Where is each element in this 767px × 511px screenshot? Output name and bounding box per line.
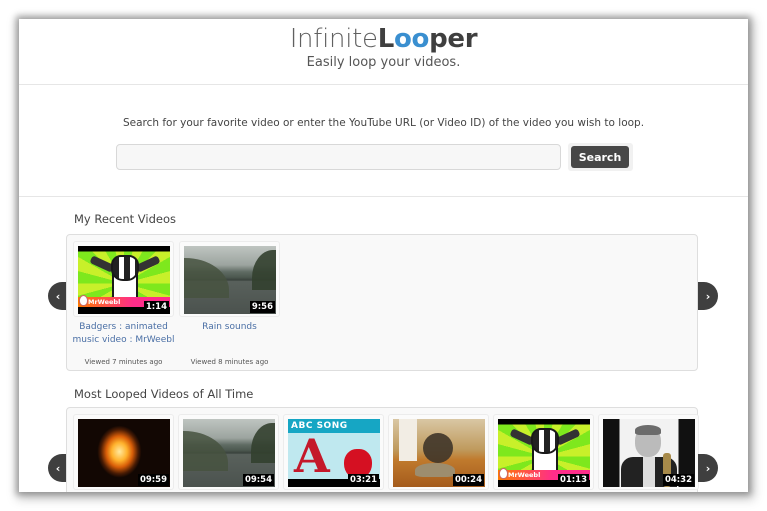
- video-thumbnail-frame[interactable]: ABC SONG A 03:21: [283, 414, 384, 490]
- search-button-wrapper: Search: [568, 143, 633, 171]
- thumbnail-art: [251, 423, 275, 463]
- logo-text-per: per: [429, 24, 478, 54]
- logo-text-infinite: Infinite: [289, 24, 378, 54]
- video-thumbnail-badger[interactable]: MrWeebl 1:14: [78, 246, 170, 314]
- video-thumbnail-saxophonist[interactable]: 04:32: [603, 419, 695, 487]
- video-duration: 1:14: [143, 301, 169, 313]
- video-thumbnail-tortoise[interactable]: 00:24: [393, 419, 485, 487]
- most-looped-prev-button[interactable]: ‹: [48, 454, 68, 482]
- search-input[interactable]: [116, 144, 561, 170]
- recent-next-button[interactable]: ›: [698, 282, 718, 310]
- video-thumbnail-frame[interactable]: MrWeebl 1:14: [73, 241, 174, 317]
- chevron-left-icon: ‹: [55, 289, 61, 303]
- thumbnail-art: [415, 463, 455, 477]
- most-looped-next-button[interactable]: ›: [698, 454, 718, 482]
- video-duration: 04:32: [662, 474, 694, 486]
- search-section: Search for your favorite video or enter …: [19, 85, 748, 197]
- video-thumbnail-frame[interactable]: 09:59: [73, 414, 174, 490]
- thumbnail-art: [184, 258, 229, 298]
- viewed-timestamp: Viewed 7 minutes ago: [84, 358, 163, 366]
- site-logo[interactable]: InfiniteLooper: [19, 24, 748, 54]
- video-duration: 09:54: [242, 474, 274, 486]
- thumbnail-art: [183, 431, 228, 471]
- thumbnail-art: [531, 428, 559, 454]
- loop-icon: oo: [394, 24, 430, 54]
- thumbnail-art: [135, 255, 161, 273]
- letter-a: A: [294, 429, 330, 483]
- video-thumbnail-badger[interactable]: MrWeebl 01:13: [498, 419, 590, 487]
- site-header: InfiniteLooper Easily loop your videos.: [19, 19, 748, 85]
- thumbnail-art: [423, 433, 453, 463]
- video-thumbnail-abc-song[interactable]: ABC SONG A 03:21: [288, 419, 380, 487]
- thumbnail-art: [635, 425, 661, 435]
- chevron-right-icon: ›: [705, 289, 711, 303]
- video-duration: 00:24: [452, 474, 484, 486]
- video-thumbnail-frame[interactable]: 09:54: [178, 414, 279, 490]
- video-duration: 01:13: [557, 474, 589, 486]
- video-thumbnail-frame[interactable]: 00:24: [388, 414, 489, 490]
- egg-icon: [499, 468, 508, 479]
- logo-text-l: L: [377, 24, 395, 54]
- recent-videos-title: My Recent Videos: [74, 212, 176, 226]
- video-duration: 9:56: [249, 301, 275, 313]
- recent-prev-button[interactable]: ‹: [48, 282, 68, 310]
- video-duration: 03:21: [347, 474, 379, 486]
- chevron-right-icon: ›: [705, 461, 711, 475]
- video-title-link[interactable]: Rain sounds: [174, 321, 285, 334]
- video-thumbnail-fireplace[interactable]: 09:59: [78, 419, 170, 487]
- thumbnail-art: [111, 255, 139, 281]
- browser-page: InfiniteLooper Easily loop your videos. …: [19, 19, 748, 492]
- tagline: Easily loop your videos.: [306, 55, 461, 70]
- chevron-left-icon: ‹: [55, 461, 61, 475]
- thumbnail-art: [643, 457, 655, 487]
- recent-videos-carousel: MrWeebl 1:14 Badgers : animated music vi…: [66, 234, 698, 371]
- thumbnail-art: [252, 250, 276, 290]
- video-thumbnail-frame[interactable]: 04:32: [598, 414, 699, 490]
- video-duration: 09:59: [137, 474, 169, 486]
- viewed-timestamp: Viewed 8 minutes ago: [190, 358, 269, 366]
- thumbnail-art: [555, 428, 581, 446]
- video-thumbnail-frame[interactable]: 9:56: [179, 241, 280, 317]
- egg-icon: [79, 295, 88, 306]
- video-thumbnail-rain[interactable]: 9:56: [184, 246, 276, 314]
- thumbnail-art: [399, 419, 417, 461]
- most-looped-title: Most Looped Videos of All Time: [74, 387, 254, 401]
- search-button[interactable]: Search: [571, 146, 629, 168]
- search-prompt: Search for your favorite video or enter …: [122, 117, 645, 129]
- video-title-link[interactable]: Badgers : animated music video : MrWeebl: [68, 321, 179, 346]
- most-looped-carousel: 09:59 09:54 ABC SONG A 03:21 00:24 MrWee…: [66, 407, 699, 492]
- video-thumbnail-rain[interactable]: 09:54: [183, 419, 275, 487]
- video-thumbnail-frame[interactable]: MrWeebl 01:13: [493, 414, 594, 490]
